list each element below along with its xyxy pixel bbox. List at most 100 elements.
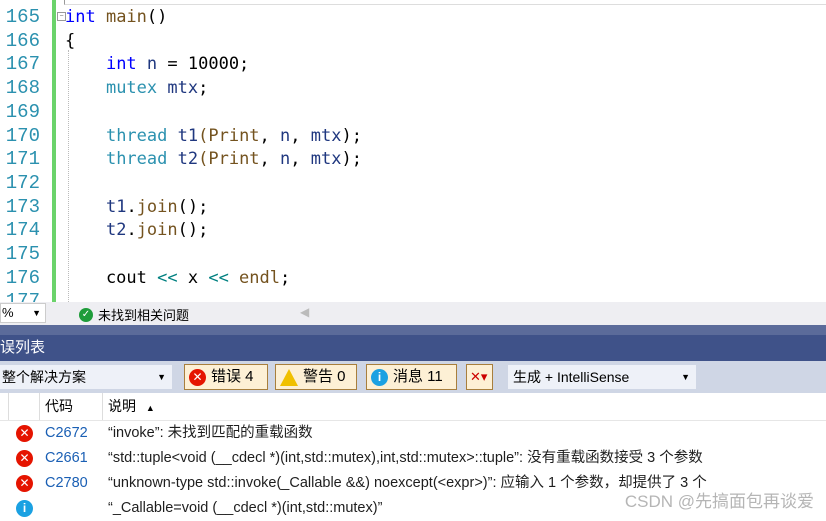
code-token: t2 bbox=[177, 149, 199, 170]
error-icon: ✕ bbox=[189, 368, 206, 386]
code-token: join bbox=[136, 220, 178, 241]
column-description[interactable]: 说明 ▲ bbox=[102, 393, 808, 420]
code-token: mtx bbox=[310, 149, 342, 170]
line-number: 172 bbox=[5, 171, 40, 194]
code-token: . bbox=[126, 220, 137, 241]
source-dropdown[interactable]: 生成 + IntelliSense ▼ bbox=[508, 365, 696, 389]
code-token: int bbox=[105, 54, 137, 75]
code-token: n bbox=[146, 54, 158, 75]
code-token: (); bbox=[177, 196, 209, 217]
line-number: 165 bbox=[5, 6, 40, 28]
code-token: ( bbox=[198, 125, 209, 146]
code-token: (); bbox=[177, 220, 209, 241]
line-number: 167 bbox=[5, 53, 40, 76]
line-number: 176 bbox=[5, 266, 40, 289]
error-list-toolbar: 整个解决方案 ▼ ✕ 错误 4 警告 0 i 消息 11 ✕▾ 生成 + Intell… bbox=[0, 361, 826, 393]
code-editor[interactable]: − 165 int main() 166{167 int n = 10000; 168… bbox=[0, 0, 826, 302]
code-line[interactable]: t2.join(); bbox=[65, 220, 208, 240]
check-icon: ✓ bbox=[79, 307, 93, 322]
error-icon: ✕ bbox=[16, 475, 33, 492]
code-line[interactable]: t1.join(); bbox=[65, 197, 208, 217]
code-token: << bbox=[208, 267, 229, 288]
error-row[interactable]: ✕ C2672 “invoke”: 未找到匹配的重载函数 bbox=[0, 421, 826, 446]
code-token: ; bbox=[280, 267, 291, 288]
code-token: Print bbox=[208, 125, 260, 146]
code-token: , bbox=[290, 125, 311, 146]
editor-status-bar: % ▼ ✓ 未找到相关问题 ◀ bbox=[0, 302, 826, 325]
scroll-left-icon[interactable]: ◀ bbox=[300, 305, 309, 319]
source-value: 生成 + IntelliSense bbox=[513, 369, 630, 385]
line-number: 175 bbox=[5, 243, 40, 265]
code-token: join bbox=[136, 196, 178, 217]
clear-filter-button[interactable]: ✕▾ bbox=[466, 364, 493, 390]
scope-value: 整个解决方案 bbox=[2, 369, 86, 385]
code-token: mtx bbox=[167, 78, 199, 99]
code-token: n bbox=[280, 125, 291, 146]
code-line[interactable]: int n = 10000; bbox=[65, 54, 249, 74]
code-token: x bbox=[177, 267, 209, 288]
code-line[interactable]: mutex mtx; bbox=[65, 78, 208, 98]
zoom-dropdown[interactable]: % ▼ bbox=[0, 303, 46, 323]
code-token: , bbox=[259, 149, 281, 170]
chevron-down-icon: ▼ bbox=[681, 372, 690, 382]
code-token: = 10000; bbox=[157, 54, 250, 75]
line-number: 168 bbox=[5, 77, 40, 100]
code-token: main bbox=[95, 7, 147, 27]
warning-icon bbox=[280, 368, 298, 386]
column-code[interactable]: 代码 bbox=[39, 393, 103, 420]
line-number: 166 bbox=[5, 29, 40, 52]
panel-title-bar: 误列表 bbox=[0, 335, 826, 361]
info-icon: i bbox=[371, 368, 388, 386]
code-line[interactable]: { bbox=[65, 31, 75, 51]
code-line[interactable]: int main() bbox=[65, 7, 167, 27]
sort-ascending-icon: ▲ bbox=[145, 403, 155, 413]
panel-title: 误列表 bbox=[0, 339, 46, 356]
line-number: 177 bbox=[5, 290, 40, 302]
code-token: n bbox=[280, 149, 291, 170]
line-number: 169 bbox=[5, 100, 40, 123]
error-description: “unknown-type std::invoke(_Callable &&) … bbox=[108, 475, 707, 491]
code-token: Print bbox=[208, 149, 260, 170]
code-token: int bbox=[65, 7, 96, 27]
error-code-link[interactable]: C2661 bbox=[45, 446, 88, 471]
change-margin bbox=[52, 0, 56, 302]
line-number: 173 bbox=[5, 195, 40, 218]
code-line[interactable]: thread t2(Print, n, mtx); bbox=[65, 149, 362, 169]
error-code-link[interactable]: C2672 bbox=[45, 421, 88, 446]
code-token: endl bbox=[228, 267, 280, 288]
issues-text: 未找到相关问题 bbox=[98, 308, 190, 323]
line-number: 174 bbox=[5, 219, 40, 242]
chevron-down-icon: ▼ bbox=[32, 308, 41, 318]
issues-indicator[interactable]: ✓ 未找到相关问题 bbox=[79, 305, 189, 324]
warnings-filter-button[interactable]: 警告 0 bbox=[275, 364, 357, 390]
code-token: mutex bbox=[105, 78, 158, 99]
code-line[interactable]: thread t1(Print, n, mtx); bbox=[65, 126, 362, 146]
scope-dropdown[interactable]: 整个解决方案 ▼ bbox=[0, 365, 172, 389]
error-icon: ✕ bbox=[16, 450, 33, 467]
splitter[interactable] bbox=[0, 325, 826, 335]
code-token: ( bbox=[198, 149, 209, 170]
code-token: ); bbox=[341, 149, 362, 170]
column-desc-label: 说明 bbox=[108, 398, 136, 414]
code-token: cout bbox=[65, 267, 158, 288]
code-token: thread bbox=[105, 125, 168, 146]
code-token: { bbox=[65, 30, 76, 51]
errors-filter-button[interactable]: ✕ 错误 4 bbox=[184, 364, 268, 390]
error-code-link[interactable]: C2780 bbox=[45, 471, 88, 496]
error-row[interactable]: ✕ C2661 “std::tuple<void (__cdecl *)(int… bbox=[0, 446, 826, 471]
code-line[interactable]: cout << x << endl; bbox=[65, 268, 290, 288]
column-icon[interactable] bbox=[8, 393, 34, 420]
errors-label: 错误 4 bbox=[211, 368, 254, 385]
code-token: . bbox=[126, 196, 137, 217]
code-token: t1 bbox=[177, 125, 199, 146]
messages-filter-button[interactable]: i 消息 11 bbox=[366, 364, 457, 390]
error-description: “_Callable=void (__cdecl *)(int,std::mut… bbox=[108, 500, 383, 516]
code-token: t2 bbox=[105, 220, 127, 241]
